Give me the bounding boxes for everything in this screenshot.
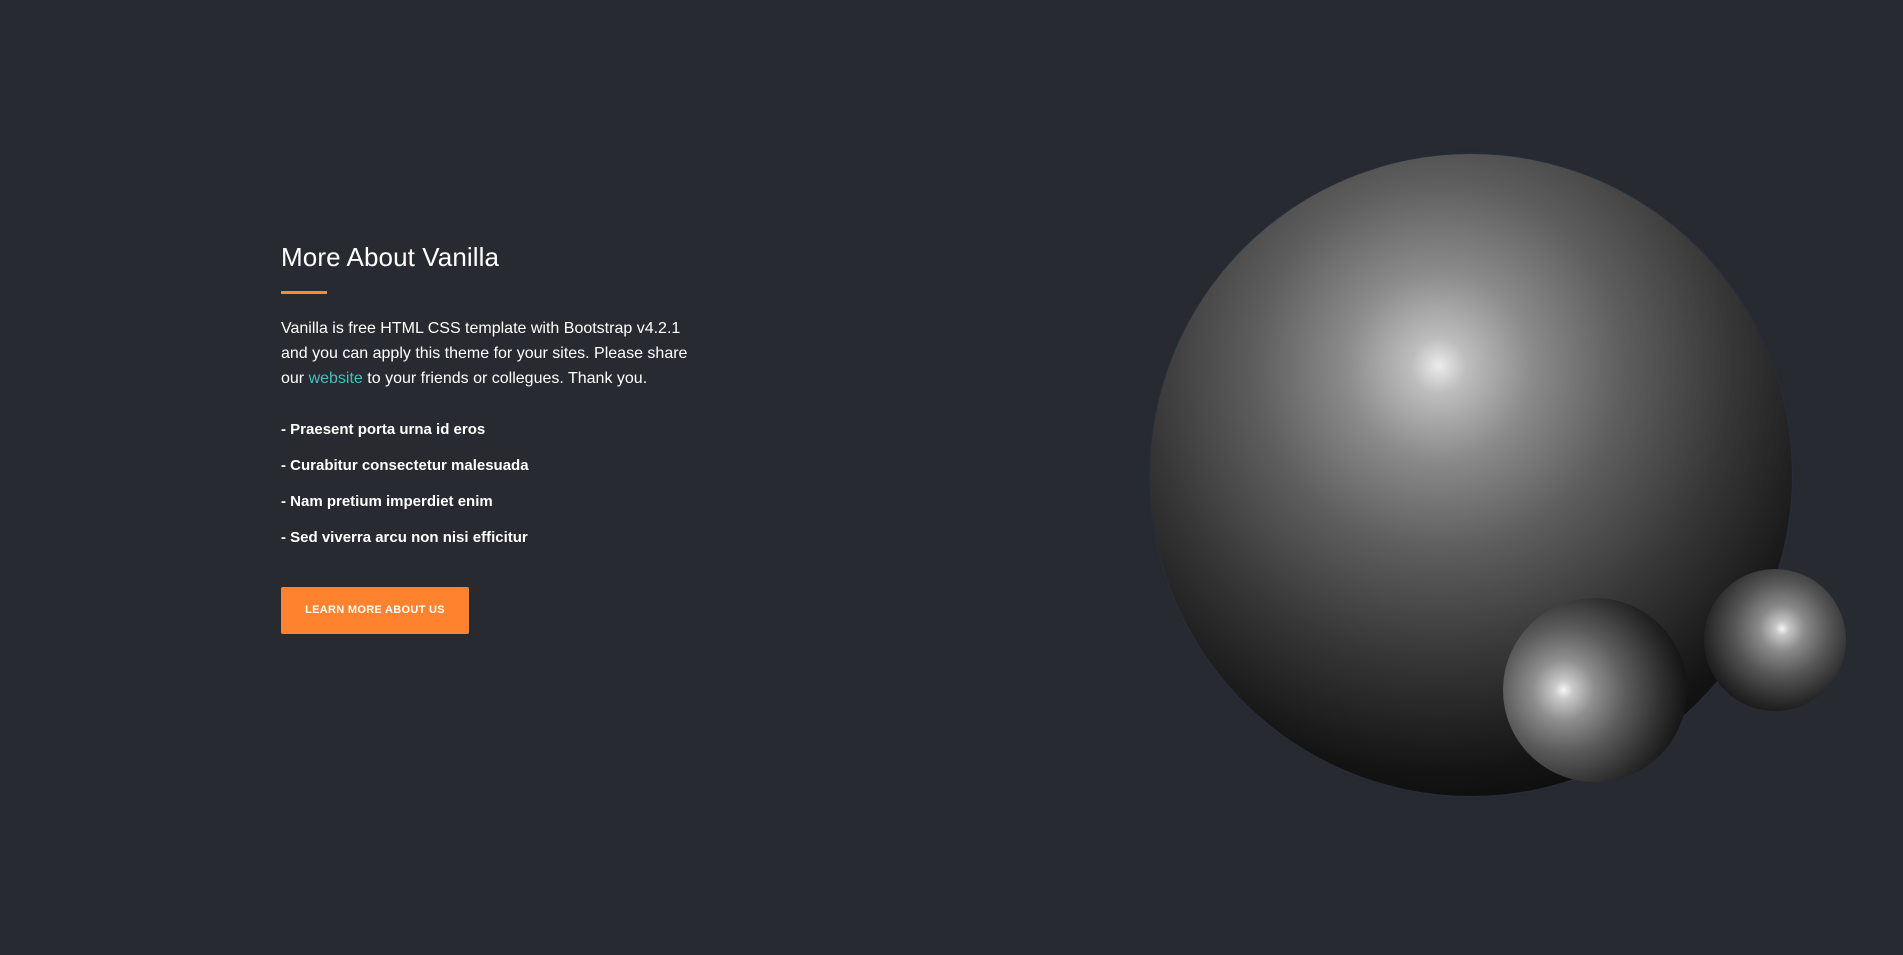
- feature-item: - Praesent porta urna id eros: [281, 421, 486, 438]
- about-section: More About Vanilla Vanilla is free HTML …: [0, 0, 1903, 955]
- about-text-end: to your friends or collegues. Thank you.: [362, 370, 648, 387]
- title-underline: [281, 291, 327, 294]
- feature-item: - Nam pretium imperdiet enim: [281, 493, 493, 510]
- learn-more-button[interactable]: LEARN MORE ABOUT US: [281, 587, 469, 634]
- section-title: More About Vanilla: [281, 242, 500, 272]
- medium-sphere-image: [1503, 598, 1687, 782]
- feature-item: - Sed viverra arcu non nisi efficitur: [281, 529, 528, 546]
- feature-list: - Praesent porta urna id eros - Curabitu…: [281, 420, 701, 548]
- about-paragraph: Vanilla is free HTML CSS template with B…: [281, 316, 691, 391]
- feature-item: - Curabitur consectetur malesuada: [281, 457, 529, 474]
- spheres-illustration: [1140, 150, 1846, 810]
- large-sphere-image: [1150, 154, 1792, 796]
- about-content: More About Vanilla Vanilla is free HTML …: [281, 240, 701, 634]
- small-sphere-image: [1704, 569, 1846, 711]
- website-link[interactable]: website: [309, 370, 363, 387]
